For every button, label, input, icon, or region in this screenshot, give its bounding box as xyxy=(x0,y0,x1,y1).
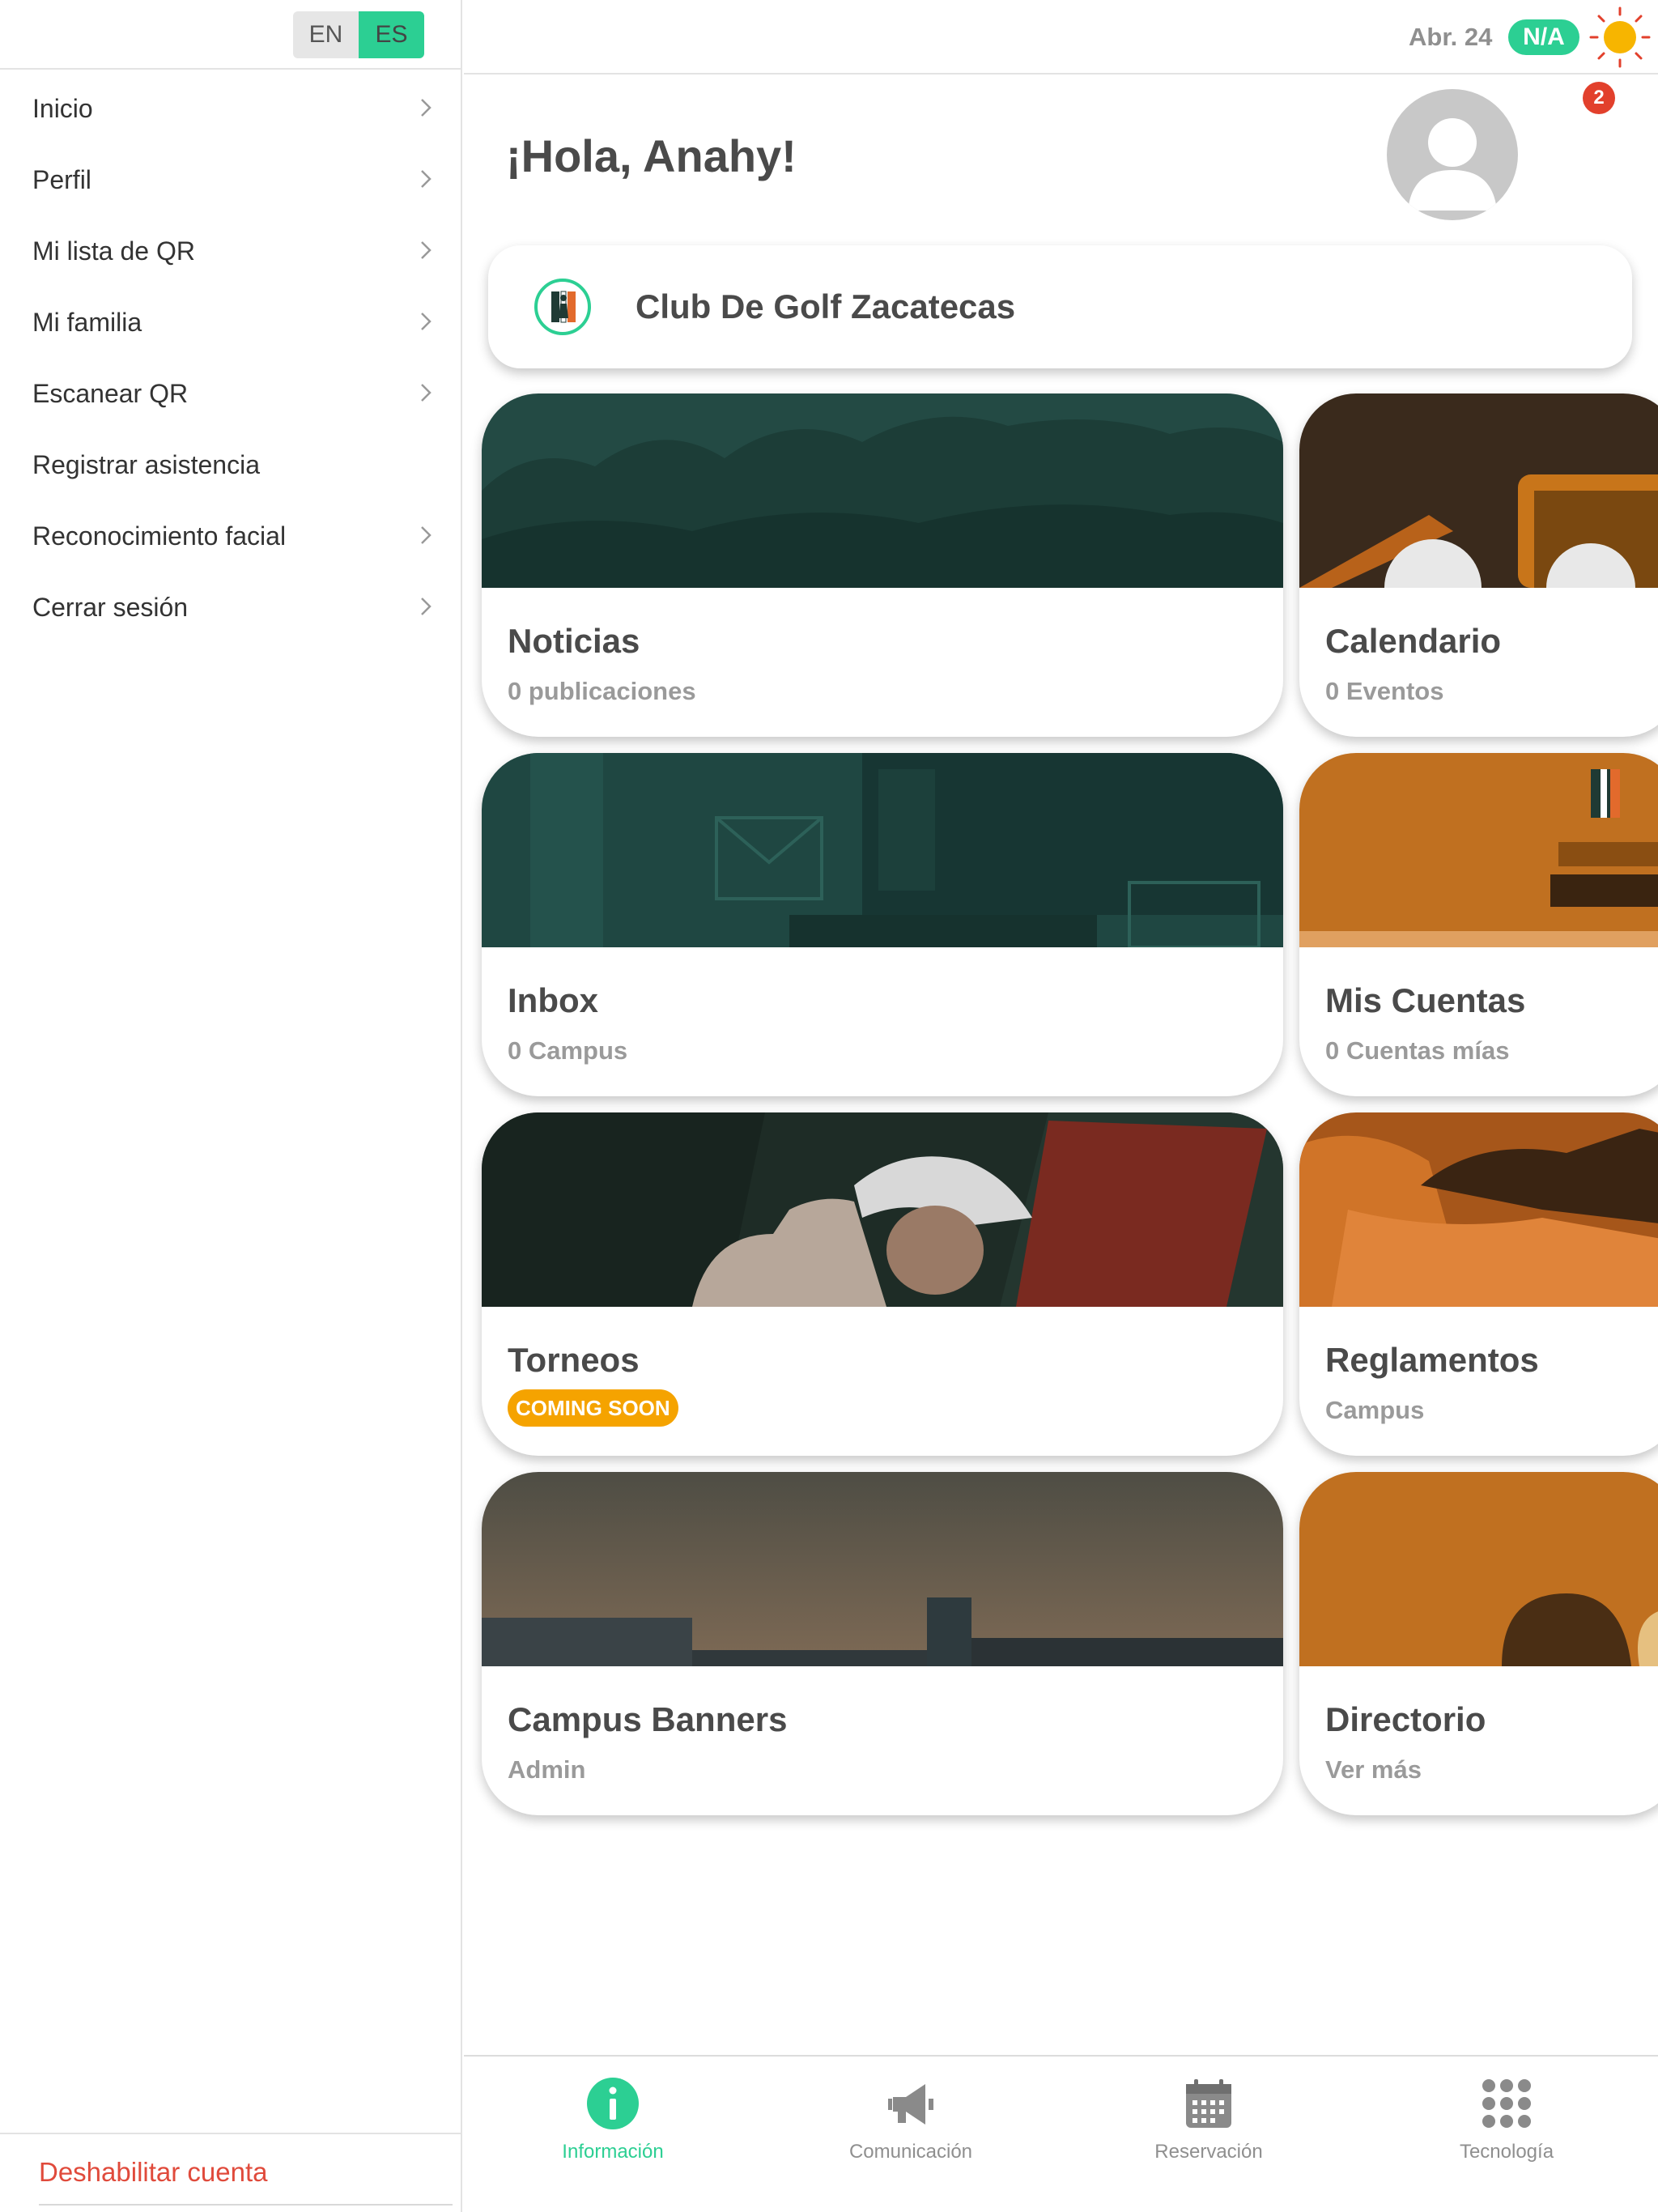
club-name: Club De Golf Zacatecas xyxy=(636,287,1016,325)
club-selector[interactable]: Club De Golf Zacatecas xyxy=(488,245,1632,368)
coming-soon-badge: COMING SOON xyxy=(508,1389,678,1427)
chevron-right-icon xyxy=(421,384,432,402)
divider xyxy=(39,2204,453,2206)
tab-comunicacion[interactable]: Comunicación xyxy=(806,2074,1016,2163)
card-title: Inbox xyxy=(508,981,598,1019)
date-label: Abr. 24 xyxy=(1409,23,1493,51)
sidebar-item-label: Mi lista de QR xyxy=(32,236,195,266)
tab-reservacion[interactable]: Reservación xyxy=(1103,2074,1314,2163)
card-noticias[interactable]: Noticias 0 publicaciones xyxy=(482,393,1283,737)
card-image xyxy=(1299,753,1658,947)
chevron-right-icon xyxy=(421,313,432,330)
tab-label: Reservación xyxy=(1154,2141,1263,2163)
card-title: Reglamentos xyxy=(1325,1341,1539,1379)
sidebar-item-label: Registrar asistencia xyxy=(32,449,260,479)
main-content: Abr. 24 N/A 2 ¡Hola, Anahy! Club De Golf… xyxy=(464,0,1658,2212)
card-subtitle: 0 Campus xyxy=(508,1036,628,1065)
sidebar-item-familia[interactable]: Mi familia xyxy=(0,287,461,358)
sidebar-item-label: Cerrar sesión xyxy=(32,592,189,622)
sidebar-item-label: Mi familia xyxy=(32,307,142,337)
card-title: Noticias xyxy=(508,622,640,660)
chevron-right-icon xyxy=(421,598,432,615)
sidebar-item-label: Reconocimiento facial xyxy=(32,521,287,551)
calendar-icon xyxy=(1186,2079,1231,2128)
tab-informacion[interactable]: Información xyxy=(508,2074,718,2163)
card-calendario[interactable]: Calendario 0 Eventos xyxy=(1299,393,1658,737)
sidebar: EN ES Inicio Perfil Mi lista de QR Mi fa… xyxy=(0,0,462,2212)
card-image xyxy=(1299,393,1658,588)
sidebar-item-label: Inicio xyxy=(32,93,93,123)
card-subtitle: Campus xyxy=(1325,1396,1425,1424)
card-title: Mis Cuentas xyxy=(1325,981,1526,1019)
card-image xyxy=(482,393,1283,588)
lang-es-button[interactable]: ES xyxy=(359,11,424,58)
grid-icon xyxy=(1482,2079,1531,2128)
lang-en-button[interactable]: EN xyxy=(293,11,359,58)
card-title: Torneos xyxy=(508,1341,640,1379)
tab-tecnologia[interactable]: Tecnología xyxy=(1401,2074,1612,2163)
sidebar-item-label: Escanear QR xyxy=(32,378,189,408)
language-switch: EN ES xyxy=(293,11,424,58)
sidebar-item-face-recognition[interactable]: Reconocimiento facial xyxy=(0,500,461,572)
card-campus-banners[interactable]: Campus Banners Admin xyxy=(482,1472,1283,1815)
sidebar-item-inicio[interactable]: Inicio xyxy=(0,73,461,144)
card-title: Directorio xyxy=(1325,1700,1486,1738)
card-image xyxy=(1299,1472,1658,1666)
chevron-right-icon xyxy=(421,241,432,259)
card-title: Calendario xyxy=(1325,622,1502,660)
chevron-right-icon xyxy=(421,526,432,544)
card-subtitle: 0 Eventos xyxy=(1325,677,1444,705)
top-bar: Abr. 24 N/A xyxy=(464,0,1658,74)
card-image xyxy=(482,753,1283,947)
user-silhouette-icon xyxy=(1408,118,1497,211)
tab-label: Tecnología xyxy=(1459,2141,1554,2163)
card-subtitle: 0 Cuentas mías xyxy=(1325,1036,1510,1065)
card-image xyxy=(1299,1112,1658,1307)
sidebar-footer: Deshabilitar cuenta xyxy=(0,2133,461,2210)
card-image xyxy=(482,1472,1283,1666)
card-subtitle: Ver más xyxy=(1325,1755,1422,1784)
sidebar-item-scan-qr[interactable]: Escanear QR xyxy=(0,358,461,429)
megaphone-icon xyxy=(888,2084,933,2125)
weather-badge: N/A xyxy=(1508,19,1579,55)
sidebar-item-label: Perfil xyxy=(32,164,91,194)
card-mis-cuentas[interactable]: Mis Cuentas 0 Cuentas mías xyxy=(1299,753,1658,1096)
card-reglamentos[interactable]: Reglamentos Campus xyxy=(1299,1112,1658,1456)
card-title: Campus Banners xyxy=(508,1700,788,1738)
sun-icon[interactable] xyxy=(1588,5,1652,70)
chevron-right-icon xyxy=(421,99,432,117)
sidebar-header: EN ES xyxy=(0,0,461,70)
sidebar-item-perfil[interactable]: Perfil xyxy=(0,144,461,215)
deactivate-account-button[interactable]: Deshabilitar cuenta xyxy=(39,2157,268,2188)
card-subtitle: Admin xyxy=(508,1755,586,1784)
tab-label: Información xyxy=(562,2141,664,2163)
chevron-right-icon xyxy=(421,170,432,188)
avatar[interactable] xyxy=(1387,89,1518,220)
card-inbox[interactable]: Inbox 0 Campus xyxy=(482,753,1283,1096)
info-icon xyxy=(587,2078,639,2129)
greeting-title: ¡Hola, Anahy! xyxy=(506,130,797,181)
sidebar-menu: Inicio Perfil Mi lista de QR Mi familia … xyxy=(0,73,461,643)
sidebar-item-qr-list[interactable]: Mi lista de QR xyxy=(0,215,461,287)
notification-badge[interactable]: 2 xyxy=(1583,82,1615,114)
sidebar-item-attendance[interactable]: Registrar asistencia xyxy=(0,429,461,500)
card-subtitle: 0 publicaciones xyxy=(508,677,696,705)
sidebar-item-logout[interactable]: Cerrar sesión xyxy=(0,572,461,643)
card-torneos[interactable]: Torneos COMING SOON xyxy=(482,1112,1283,1456)
bottom-navigation: Información Comunicación Reservación Tec… xyxy=(464,2055,1658,2212)
card-directorio[interactable]: Directorio Ver más xyxy=(1299,1472,1658,1815)
tab-label: Comunicación xyxy=(848,2141,973,2163)
card-image xyxy=(482,1112,1283,1307)
club-logo-icon xyxy=(534,279,591,335)
